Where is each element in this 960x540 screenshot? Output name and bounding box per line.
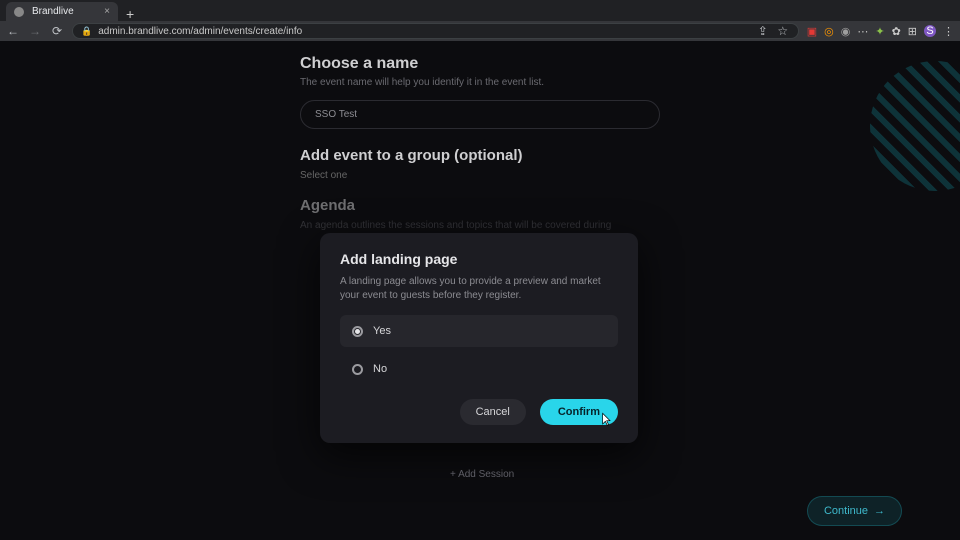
section-sub-agenda: An agenda outlines the sessions and topi…: [300, 220, 660, 231]
arrow-right-icon: →: [874, 505, 885, 517]
cursor-pointer-icon: [598, 412, 614, 431]
modal-title: Add landing page: [340, 251, 618, 267]
browser-menu-icon[interactable]: ⋮: [943, 25, 954, 38]
radio-label-yes: Yes: [373, 325, 391, 337]
url-bar[interactable]: 🔒 admin.brandlive.com/admin/events/creat…: [72, 23, 799, 39]
radio-label-no: No: [373, 363, 387, 375]
event-name-input[interactable]: SSO Test: [300, 100, 660, 129]
star-icon[interactable]: ☆: [776, 24, 790, 38]
url-text: admin.brandlive.com/admin/events/create/…: [98, 26, 302, 37]
continue-label: Continue: [824, 505, 868, 517]
back-icon[interactable]: ←: [6, 24, 20, 38]
section-sub-name: The event name will help you identify it…: [300, 77, 660, 88]
radio-option-no[interactable]: No: [340, 353, 618, 385]
tab-favicon: [14, 7, 24, 17]
extensions-icon[interactable]: ⊞: [908, 25, 917, 38]
profile-avatar[interactable]: S: [924, 25, 936, 37]
group-select[interactable]: Select one: [300, 170, 660, 181]
extension-icons: ▣ ◎ ◉ ⋯ ✦ ✿ ⊞ S ⋮: [807, 25, 954, 38]
tab-bar: Brandlive × +: [0, 0, 960, 21]
confirm-label: Confirm: [558, 406, 600, 418]
confirm-button[interactable]: Confirm: [540, 399, 618, 425]
close-tab-icon[interactable]: ×: [104, 6, 110, 17]
ext-icon[interactable]: ✿: [892, 25, 901, 38]
ext-icon[interactable]: ✦: [875, 25, 884, 38]
ext-icon[interactable]: ◉: [841, 25, 851, 38]
section-title-agenda: Agenda: [300, 197, 660, 214]
page-body: Choose a name The event name will help y…: [0, 41, 960, 540]
landing-page-modal: Add landing page A landing page allows y…: [320, 233, 638, 443]
cancel-button[interactable]: Cancel: [460, 399, 526, 425]
section-title-group: Add event to a group (optional): [300, 147, 660, 164]
add-session-button[interactable]: + Add Session: [450, 469, 514, 480]
continue-button[interactable]: Continue →: [807, 496, 902, 526]
ext-icon[interactable]: ▣: [807, 25, 817, 38]
ext-icon[interactable]: ◎: [824, 25, 834, 38]
lock-icon: 🔒: [81, 26, 92, 37]
radio-option-yes[interactable]: Yes: [340, 315, 618, 347]
modal-description: A landing page allows you to provide a p…: [340, 275, 618, 303]
new-tab-button[interactable]: +: [126, 7, 134, 21]
browser-tab[interactable]: Brandlive ×: [6, 2, 118, 21]
ext-icon[interactable]: ⋯: [857, 25, 868, 38]
address-row: ← → ⟳ 🔒 admin.brandlive.com/admin/events…: [0, 21, 960, 41]
share-icon[interactable]: ⇪: [756, 24, 770, 38]
section-title-name: Choose a name: [300, 55, 660, 73]
decorative-circle: [870, 61, 960, 191]
reload-icon[interactable]: ⟳: [50, 24, 64, 38]
radio-icon: [352, 364, 363, 375]
tab-title: Brandlive: [32, 6, 74, 17]
radio-icon: [352, 326, 363, 337]
forward-icon[interactable]: →: [28, 24, 42, 38]
